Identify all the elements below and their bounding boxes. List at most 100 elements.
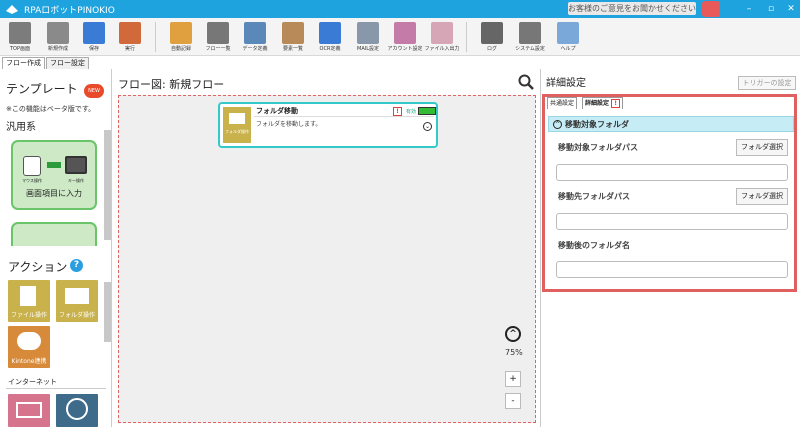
flow-node-folder-move[interactable]: フォルダ操作 フォルダ移動 フォルダを移動します。 ! 有効 ⌄ <box>218 102 438 148</box>
maximize-button[interactable]: ▫ <box>764 2 778 16</box>
zoom-out-button[interactable]: - <box>505 393 521 409</box>
gear-icon <box>519 22 541 44</box>
toolbar-system-button[interactable]: システム設定 <box>512 20 548 54</box>
template-card-partial[interactable] <box>11 222 97 246</box>
toolbar-help-button[interactable]: ヘルプ <box>550 20 586 54</box>
keyboard-icon <box>65 156 87 174</box>
toolbar-elements-button[interactable]: 要素一覧 <box>275 20 311 54</box>
save-icon <box>83 22 105 44</box>
template-card-input[interactable]: マウス操作 キー操作 画面項目に入力 <box>11 140 97 210</box>
dest-path-input[interactable] <box>556 213 788 230</box>
toolbar-new-button[interactable]: 新規作成 <box>40 20 76 54</box>
toolbar-datadef-button[interactable]: データ定義 <box>237 20 273 54</box>
node-toggle[interactable] <box>418 107 436 115</box>
actions-title: アクション <box>8 260 68 274</box>
toolbar-top-button[interactable]: TOP画面 <box>2 20 38 54</box>
arrow-icon <box>47 162 61 168</box>
toolbar-separator <box>466 22 467 52</box>
close-button[interactable]: ✕ <box>784 2 798 16</box>
minimize-button[interactable]: – <box>742 2 756 16</box>
trigger-settings-button[interactable]: トリガーの設定 <box>738 76 796 90</box>
folder-icon <box>65 288 89 304</box>
tab-flow-settings[interactable]: フロー設定 <box>46 57 89 69</box>
toolbar-flowlist-button[interactable]: フロー一覧 <box>200 20 236 54</box>
app-title: RPAロボットPINOKIO <box>24 5 115 16</box>
scroll-up-icon[interactable]: ^ <box>505 326 521 342</box>
toolbar-separator <box>155 22 156 52</box>
action-kintone[interactable]: Kintone連携 <box>8 326 50 368</box>
collapse-icon[interactable]: ^ <box>553 120 562 129</box>
toolbar-save-button[interactable]: 保存 <box>76 20 112 54</box>
tab-detail-settings[interactable]: 詳細設定 ! <box>582 97 624 109</box>
file-io-icon <box>431 22 453 44</box>
auto-record-icon <box>170 22 192 44</box>
account-icon <box>394 22 416 44</box>
beta-note: ※この機能はベータ版です。 <box>6 105 96 113</box>
node-title: フォルダ移動 <box>256 107 298 115</box>
toolbar-log-button[interactable]: ログ <box>474 20 510 54</box>
divider <box>6 388 106 389</box>
source-path-input[interactable] <box>556 164 788 181</box>
toolbar-account-button[interactable]: アカウント設定 <box>387 20 423 54</box>
toolbar-mail-button[interactable]: MAIL設定 <box>350 20 386 54</box>
category-general: 汎用系 <box>6 122 36 133</box>
search-icon[interactable] <box>518 74 534 90</box>
toolbar: TOP画面 新規作成 保存 実行 自動記録 フロー一覧 データ定義 要素一覧 O… <box>0 18 800 56</box>
mouse-label: マウス操作 <box>22 178 42 183</box>
warning-icon: ! <box>393 107 402 116</box>
box-icon <box>282 22 304 44</box>
template-title: テンプレート <box>6 82 78 96</box>
action-file[interactable]: ファイル操作 <box>8 280 50 322</box>
new-doc-icon <box>47 22 69 44</box>
actions-help-icon[interactable]: ? <box>70 259 83 272</box>
database-icon <box>244 22 266 44</box>
new-badge: NEW <box>84 84 104 98</box>
actions-scrollbar[interactable] <box>104 282 111 342</box>
node-divider <box>254 116 434 117</box>
mail-icon <box>357 22 379 44</box>
tab-detail-settings-label: 詳細設定 <box>585 100 610 107</box>
detail-title: 詳細設定 <box>546 78 586 89</box>
toolbar-autorecord-button[interactable]: 自動記録 <box>163 20 199 54</box>
ocr-icon <box>319 22 341 44</box>
folder-icon: フォルダ操作 <box>223 107 251 143</box>
toolbar-run-button[interactable]: 実行 <box>112 20 148 54</box>
flow-title: フロー図: 新規フロー <box>118 78 225 91</box>
mail-icon <box>16 402 42 418</box>
warning-icon: ! <box>611 99 621 108</box>
tab-flow-create[interactable]: フロー作成 <box>2 57 45 69</box>
help-icon <box>557 22 579 44</box>
mouse-icon <box>23 156 41 176</box>
tab-common-settings[interactable]: 共通設定 <box>547 97 578 109</box>
thumbs-icon[interactable] <box>702 1 720 17</box>
action-web[interactable] <box>56 394 98 427</box>
app-logo-icon <box>4 2 20 16</box>
toolbar-ocr-button[interactable]: OCR定義 <box>312 20 348 54</box>
home-icon <box>9 22 31 44</box>
zoom-level: 75% <box>505 348 523 357</box>
new-name-input[interactable] <box>556 261 788 278</box>
chevron-down-icon[interactable]: ⌄ <box>423 122 432 131</box>
run-icon <box>119 22 141 44</box>
action-folder[interactable]: フォルダ操作 <box>56 280 98 322</box>
log-icon <box>481 22 503 44</box>
dest-path-label: 移動先フォルダパス <box>558 192 630 201</box>
file-icon <box>20 286 36 306</box>
toolbar-fileio-button[interactable]: ファイル入出力 <box>424 20 460 54</box>
keyboard-label: キー操作 <box>68 178 84 183</box>
title-bar: RPAロボットPINOKIO お客様のご意見をお聞かせください – ▫ ✕ <box>0 0 800 18</box>
feedback-button[interactable]: お客様のご意見をお聞かせください <box>568 2 696 15</box>
action-mail[interactable] <box>8 394 50 427</box>
template-scrollbar[interactable] <box>104 130 111 240</box>
dest-folder-select-button[interactable]: フォルダ選択 <box>736 188 788 205</box>
globe-icon <box>66 398 88 420</box>
category-internet: インターネット <box>8 378 57 386</box>
zoom-in-button[interactable]: + <box>505 371 521 387</box>
node-description: フォルダを移動します。 <box>256 121 322 128</box>
template-card-label: 画面項目に入力 <box>26 189 82 198</box>
source-folder-select-button[interactable]: フォルダ選択 <box>736 139 788 156</box>
section-move-target[interactable]: ^ 移動対象フォルダ <box>548 116 794 132</box>
source-path-label: 移動対象フォルダパス <box>558 143 638 152</box>
flow-list-icon <box>207 22 229 44</box>
cloud-icon <box>17 332 41 350</box>
